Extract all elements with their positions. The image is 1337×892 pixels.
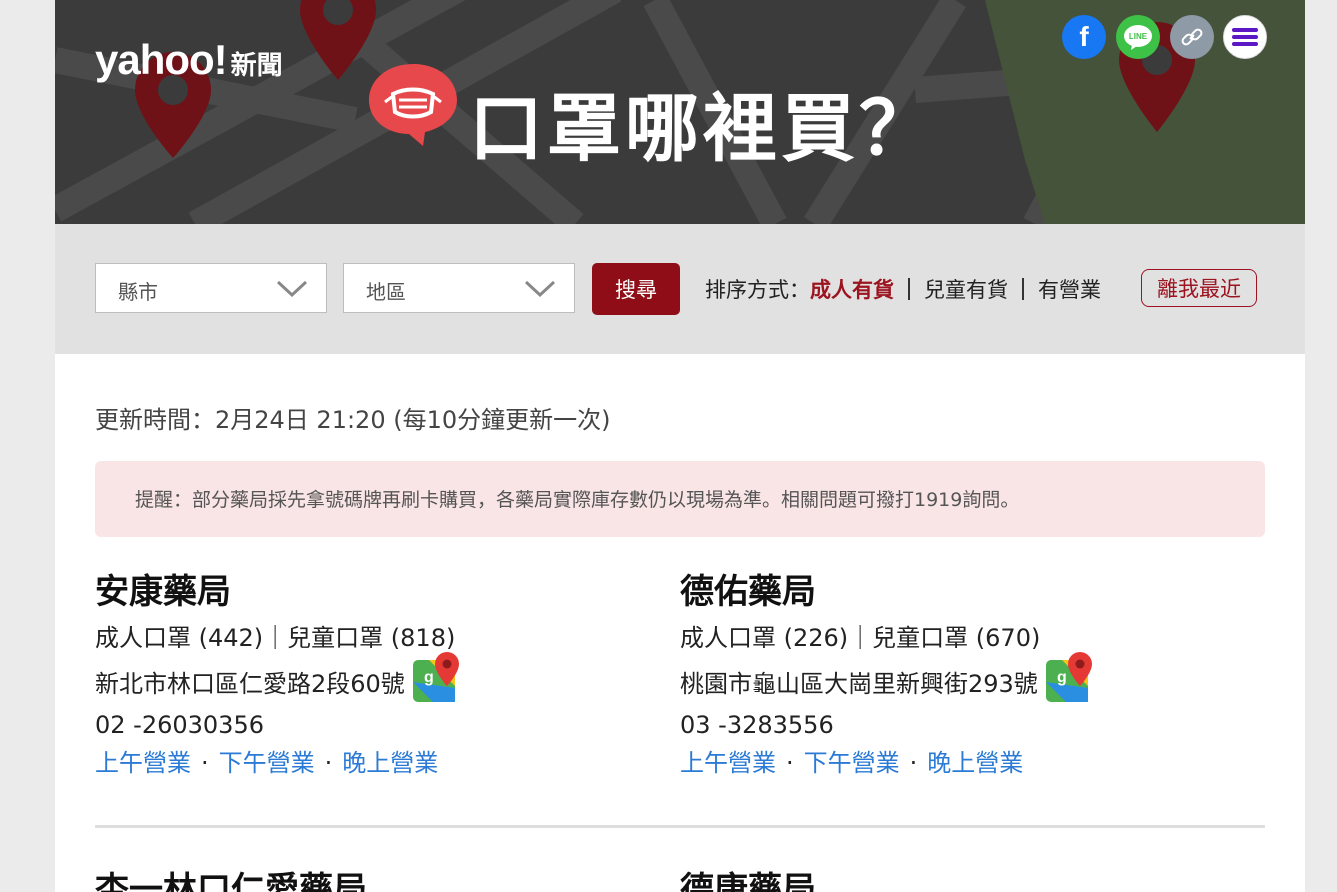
- svg-text:g: g: [1057, 669, 1067, 686]
- menu-hamburger-icon[interactable]: [1223, 15, 1267, 59]
- district-select-placeholder: 地區: [366, 280, 406, 304]
- yahoo-news-logo[interactable]: yahoo! 新聞: [95, 36, 283, 84]
- filter-bar: 縣市 地區 搜尋 排序方式： 成人有貨 兒童有貨 有營業 離我最近: [55, 224, 1305, 354]
- county-select[interactable]: 縣市: [95, 263, 327, 313]
- hours-evening: 晚上營業: [927, 749, 1024, 777]
- line-bubble-icon: LINE: [1124, 25, 1152, 50]
- facebook-share-icon[interactable]: f: [1062, 15, 1106, 59]
- pharmacy-phone: 02 -26030356: [95, 711, 264, 739]
- sort-options: 排序方式： 成人有貨 兒童有貨 有營業: [705, 274, 1101, 304]
- sort-child-stock[interactable]: 兒童有貨: [924, 274, 1008, 304]
- svg-text:g: g: [424, 669, 434, 686]
- pharmacy-address-row: 新北市林口區仁愛路2段60號 g: [95, 652, 655, 704]
- pharmacy-name: 安康藥局: [95, 572, 231, 612]
- pharmacy-card: 安康藥局 成人口罩 (442)｜兒童口罩 (818) 新北市林口區仁愛路2段60…: [95, 572, 655, 780]
- hours-afternoon: 下午營業: [803, 749, 900, 777]
- link-icon: [1181, 28, 1203, 46]
- sort-divider: [1022, 278, 1024, 300]
- sort-adult-stock[interactable]: 成人有貨: [810, 274, 894, 304]
- hours-morning: 上午營業: [95, 749, 191, 777]
- pharmacy-address: 桃園市龜山區大崗里新興街293號: [680, 670, 1038, 698]
- pharmacy-name: 杏一林口仁愛藥局: [95, 870, 367, 892]
- notice-banner: 提醒：部分藥局採先拿號碼牌再刷卡購買，各藥局實際庫存數仍以現場為準。相關問題可撥…: [95, 461, 1265, 537]
- header-banner: yahoo! 新聞 口罩哪裡買？ f LINE: [55, 0, 1305, 224]
- pharmacy-name: 德佑藥局: [680, 572, 816, 612]
- google-maps-icon[interactable]: g: [412, 652, 461, 702]
- copy-link-icon[interactable]: [1170, 15, 1214, 59]
- logo-sub: 新聞: [230, 51, 283, 81]
- pharmacy-hours: 上午營業 · 下午營業 · 晚上營業: [95, 746, 655, 780]
- pharmacy-stock: 成人口罩 (442)｜兒童口罩 (818): [95, 624, 456, 652]
- pharmacy-stock: 成人口罩 (226)｜兒童口罩 (670): [680, 624, 1041, 652]
- sort-open[interactable]: 有營業: [1038, 274, 1101, 304]
- hamburger-icon: [1232, 28, 1258, 46]
- google-maps-icon[interactable]: g: [1045, 652, 1094, 702]
- hours-separator: ·: [909, 749, 918, 777]
- nearest-button[interactable]: 離我最近: [1141, 269, 1257, 307]
- pharmacy-card: 德佑藥局 成人口罩 (226)｜兒童口罩 (670) 桃園市龜山區大崗里新興街2…: [680, 572, 1240, 780]
- search-button[interactable]: 搜尋: [592, 263, 680, 315]
- mask-speech-bubble-icon: [369, 64, 457, 146]
- hours-afternoon: 下午營業: [218, 749, 315, 777]
- sort-divider: [908, 278, 910, 300]
- results-panel: 更新時間：2月24日 21:20 (每10分鐘更新一次) 提醒：部分藥局採先拿號…: [55, 354, 1305, 892]
- county-select-placeholder: 縣市: [118, 280, 158, 304]
- pharmacy-address: 新北市林口區仁愛路2段60號: [95, 670, 405, 698]
- pharmacy-name: 德康藥局: [680, 870, 816, 892]
- pharmacy-phone: 03 -3283556: [680, 711, 834, 739]
- line-share-icon[interactable]: LINE: [1116, 15, 1160, 59]
- pharmacy-hours: 上午營業 · 下午營業 · 晚上營業: [680, 746, 1240, 780]
- hours-evening: 晚上營業: [342, 749, 439, 777]
- pharmacy-address-row: 桃園市龜山區大崗里新興街293號 g: [680, 652, 1240, 704]
- district-select[interactable]: 地區: [343, 263, 575, 313]
- chevron-down-icon: [276, 280, 308, 298]
- notice-text: 提醒：部分藥局採先拿號碼牌再刷卡購買，各藥局實際庫存數仍以現場為準。相關問題可撥…: [135, 489, 1020, 511]
- hours-separator: ·: [786, 749, 794, 777]
- hours-separator: ·: [324, 749, 333, 777]
- page-title: 口罩哪裡買？: [469, 86, 937, 172]
- hours-morning: 上午營業: [680, 749, 776, 777]
- update-time: 更新時間：2月24日 21:20 (每10分鐘更新一次): [95, 406, 611, 434]
- logo-brand: yahoo!: [95, 36, 228, 83]
- hours-separator: ·: [201, 749, 209, 777]
- list-divider: [95, 825, 1265, 828]
- chevron-down-icon: [524, 280, 556, 298]
- page: yahoo! 新聞 口罩哪裡買？ f LINE 縣市 地區 搜尋 排序方式： 成…: [55, 0, 1305, 892]
- sort-label: 排序方式：: [705, 278, 810, 302]
- line-icon-text: LINE: [1129, 32, 1148, 41]
